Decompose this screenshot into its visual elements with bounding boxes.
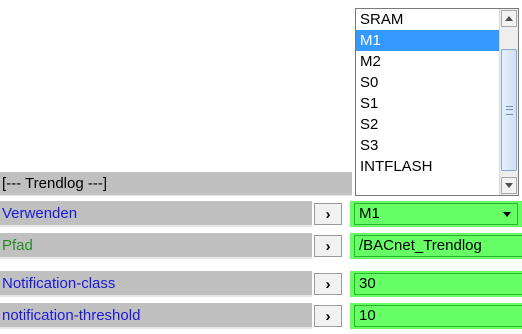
value-cell-pfad: /BACnet_Trendlog <box>350 233 522 259</box>
label-pfad: Pfad <box>0 233 312 259</box>
storage-dropdown-list[interactable]: SRAM M1 M2 S0 S1 S2 S3 INTFLASH <box>355 8 519 196</box>
grip-icon <box>505 105 513 115</box>
dropdown-option-s3[interactable]: S3 <box>356 135 499 156</box>
arrow-down-icon <box>505 183 513 188</box>
notification-class-input[interactable]: 30 <box>354 273 522 295</box>
dropdown-option-m1[interactable]: M1 <box>356 30 499 51</box>
verwenden-selected-value: M1 <box>359 205 380 222</box>
dropdown-option-s1[interactable]: S1 <box>356 93 499 114</box>
verwenden-select[interactable]: M1 <box>354 203 518 225</box>
notification-threshold-input[interactable]: 10 <box>354 305 522 327</box>
dropdown-option-m2[interactable]: M2 <box>356 51 499 72</box>
value-cell-notification-threshold: 10 <box>350 303 522 329</box>
label-notification-threshold: notification-threshold <box>0 303 312 329</box>
dropdown-option-s0[interactable]: S0 <box>356 72 499 93</box>
chevron-down-icon <box>503 211 511 217</box>
dropdown-scrollbar[interactable] <box>499 9 518 195</box>
expand-button-notification-class[interactable]: › <box>314 273 342 295</box>
pfad-input[interactable]: /BACnet_Trendlog <box>354 235 522 257</box>
label-notification-class: Notification-class <box>0 271 312 297</box>
chevron-right-icon: › <box>325 205 331 223</box>
dropdown-option-intflash[interactable]: INTFLASH <box>356 156 499 177</box>
expand-button-pfad[interactable]: › <box>314 235 342 257</box>
value-cell-verwenden: M1 <box>350 201 522 227</box>
expand-button-verwenden[interactable]: › <box>314 203 342 225</box>
row-notification-threshold: notification-threshold › 10 <box>0 303 522 331</box>
chevron-right-icon: › <box>325 307 331 325</box>
row-notification-class: Notification-class › 30 <box>0 271 522 299</box>
row-pfad: Pfad › /BACnet_Trendlog <box>0 233 522 261</box>
scroll-up-button[interactable] <box>501 10 517 27</box>
dropdown-toggle[interactable] <box>497 204 517 224</box>
dropdown-option-sram[interactable]: SRAM <box>356 9 499 30</box>
arrow-up-icon <box>505 16 513 21</box>
scroll-down-button[interactable] <box>501 177 517 194</box>
row-verwenden: Verwenden › M1 <box>0 201 522 229</box>
scrollbar-thumb[interactable] <box>501 49 517 171</box>
dropdown-option-s2[interactable]: S2 <box>356 114 499 135</box>
expand-button-notification-threshold[interactable]: › <box>314 305 342 327</box>
chevron-right-icon: › <box>325 237 331 255</box>
section-header-trendlog: [--- Trendlog ---] <box>0 172 352 196</box>
chevron-right-icon: › <box>325 275 331 293</box>
value-cell-notification-class: 30 <box>350 271 522 297</box>
label-verwenden: Verwenden <box>0 201 312 227</box>
